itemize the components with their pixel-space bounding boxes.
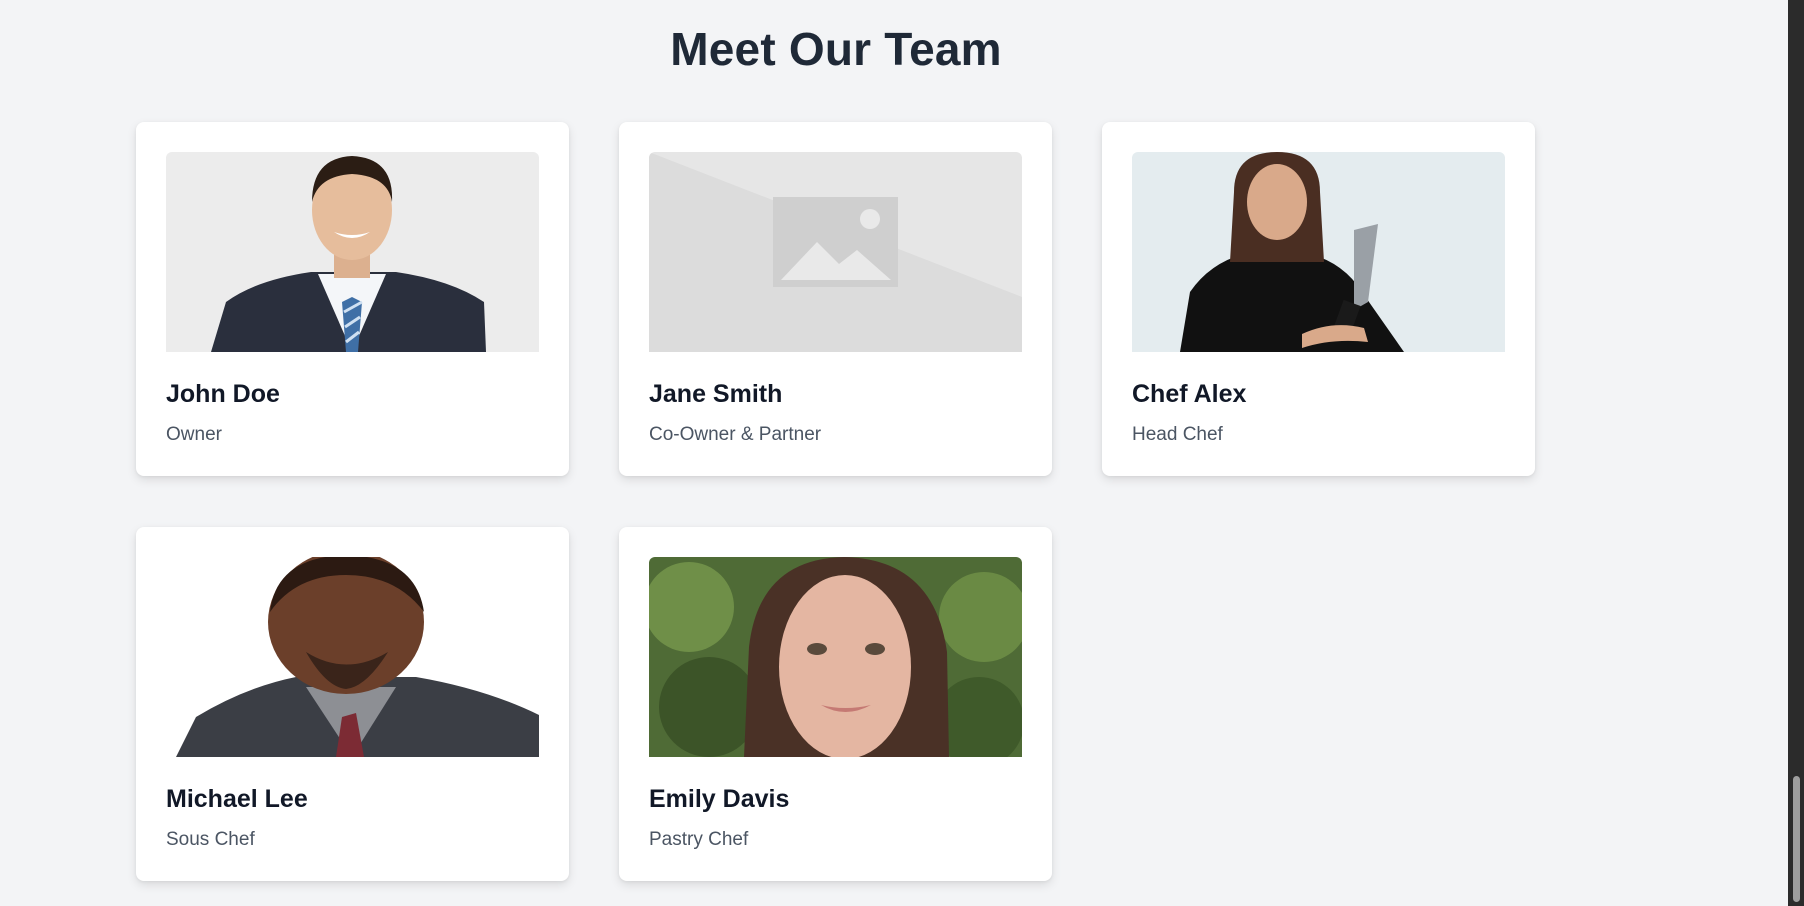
scrollbar-thumb[interactable] bbox=[1793, 776, 1800, 902]
team-member-role: Pastry Chef bbox=[649, 829, 749, 850]
team-member-name: John Doe bbox=[166, 380, 280, 408]
team-card: John Doe Owner bbox=[136, 122, 569, 476]
team-member-name: Chef Alex bbox=[1132, 380, 1247, 408]
placeholder-image-icon bbox=[649, 152, 1022, 352]
team-member-role: Sous Chef bbox=[166, 829, 255, 850]
team-card: Emily Davis Pastry Chef bbox=[619, 527, 1052, 881]
section-title: Meet Our Team bbox=[670, 23, 1002, 75]
team-member-name: Michael Lee bbox=[166, 785, 308, 813]
vertical-scrollbar[interactable] bbox=[1788, 0, 1804, 906]
team-member-role: Head Chef bbox=[1132, 424, 1223, 445]
team-member-name: Emily Davis bbox=[649, 785, 790, 813]
team-member-role: Co-Owner & Partner bbox=[649, 424, 822, 445]
team-photo-chef-alex bbox=[1132, 152, 1505, 352]
team-member-role: Owner bbox=[166, 424, 222, 445]
team-card: Michael Lee Sous Chef bbox=[136, 527, 569, 881]
team-section: Meet Our Team John Doe Owner Jane Smith … bbox=[0, 0, 1788, 906]
team-photo-emily-davis bbox=[649, 557, 1022, 757]
team-photo-michael-lee bbox=[166, 557, 539, 757]
team-member-name: Jane Smith bbox=[649, 380, 783, 408]
team-photo-john-doe bbox=[166, 152, 539, 352]
team-card: Chef Alex Head Chef bbox=[1102, 122, 1535, 476]
team-card: Jane Smith Co-Owner & Partner bbox=[619, 122, 1052, 476]
